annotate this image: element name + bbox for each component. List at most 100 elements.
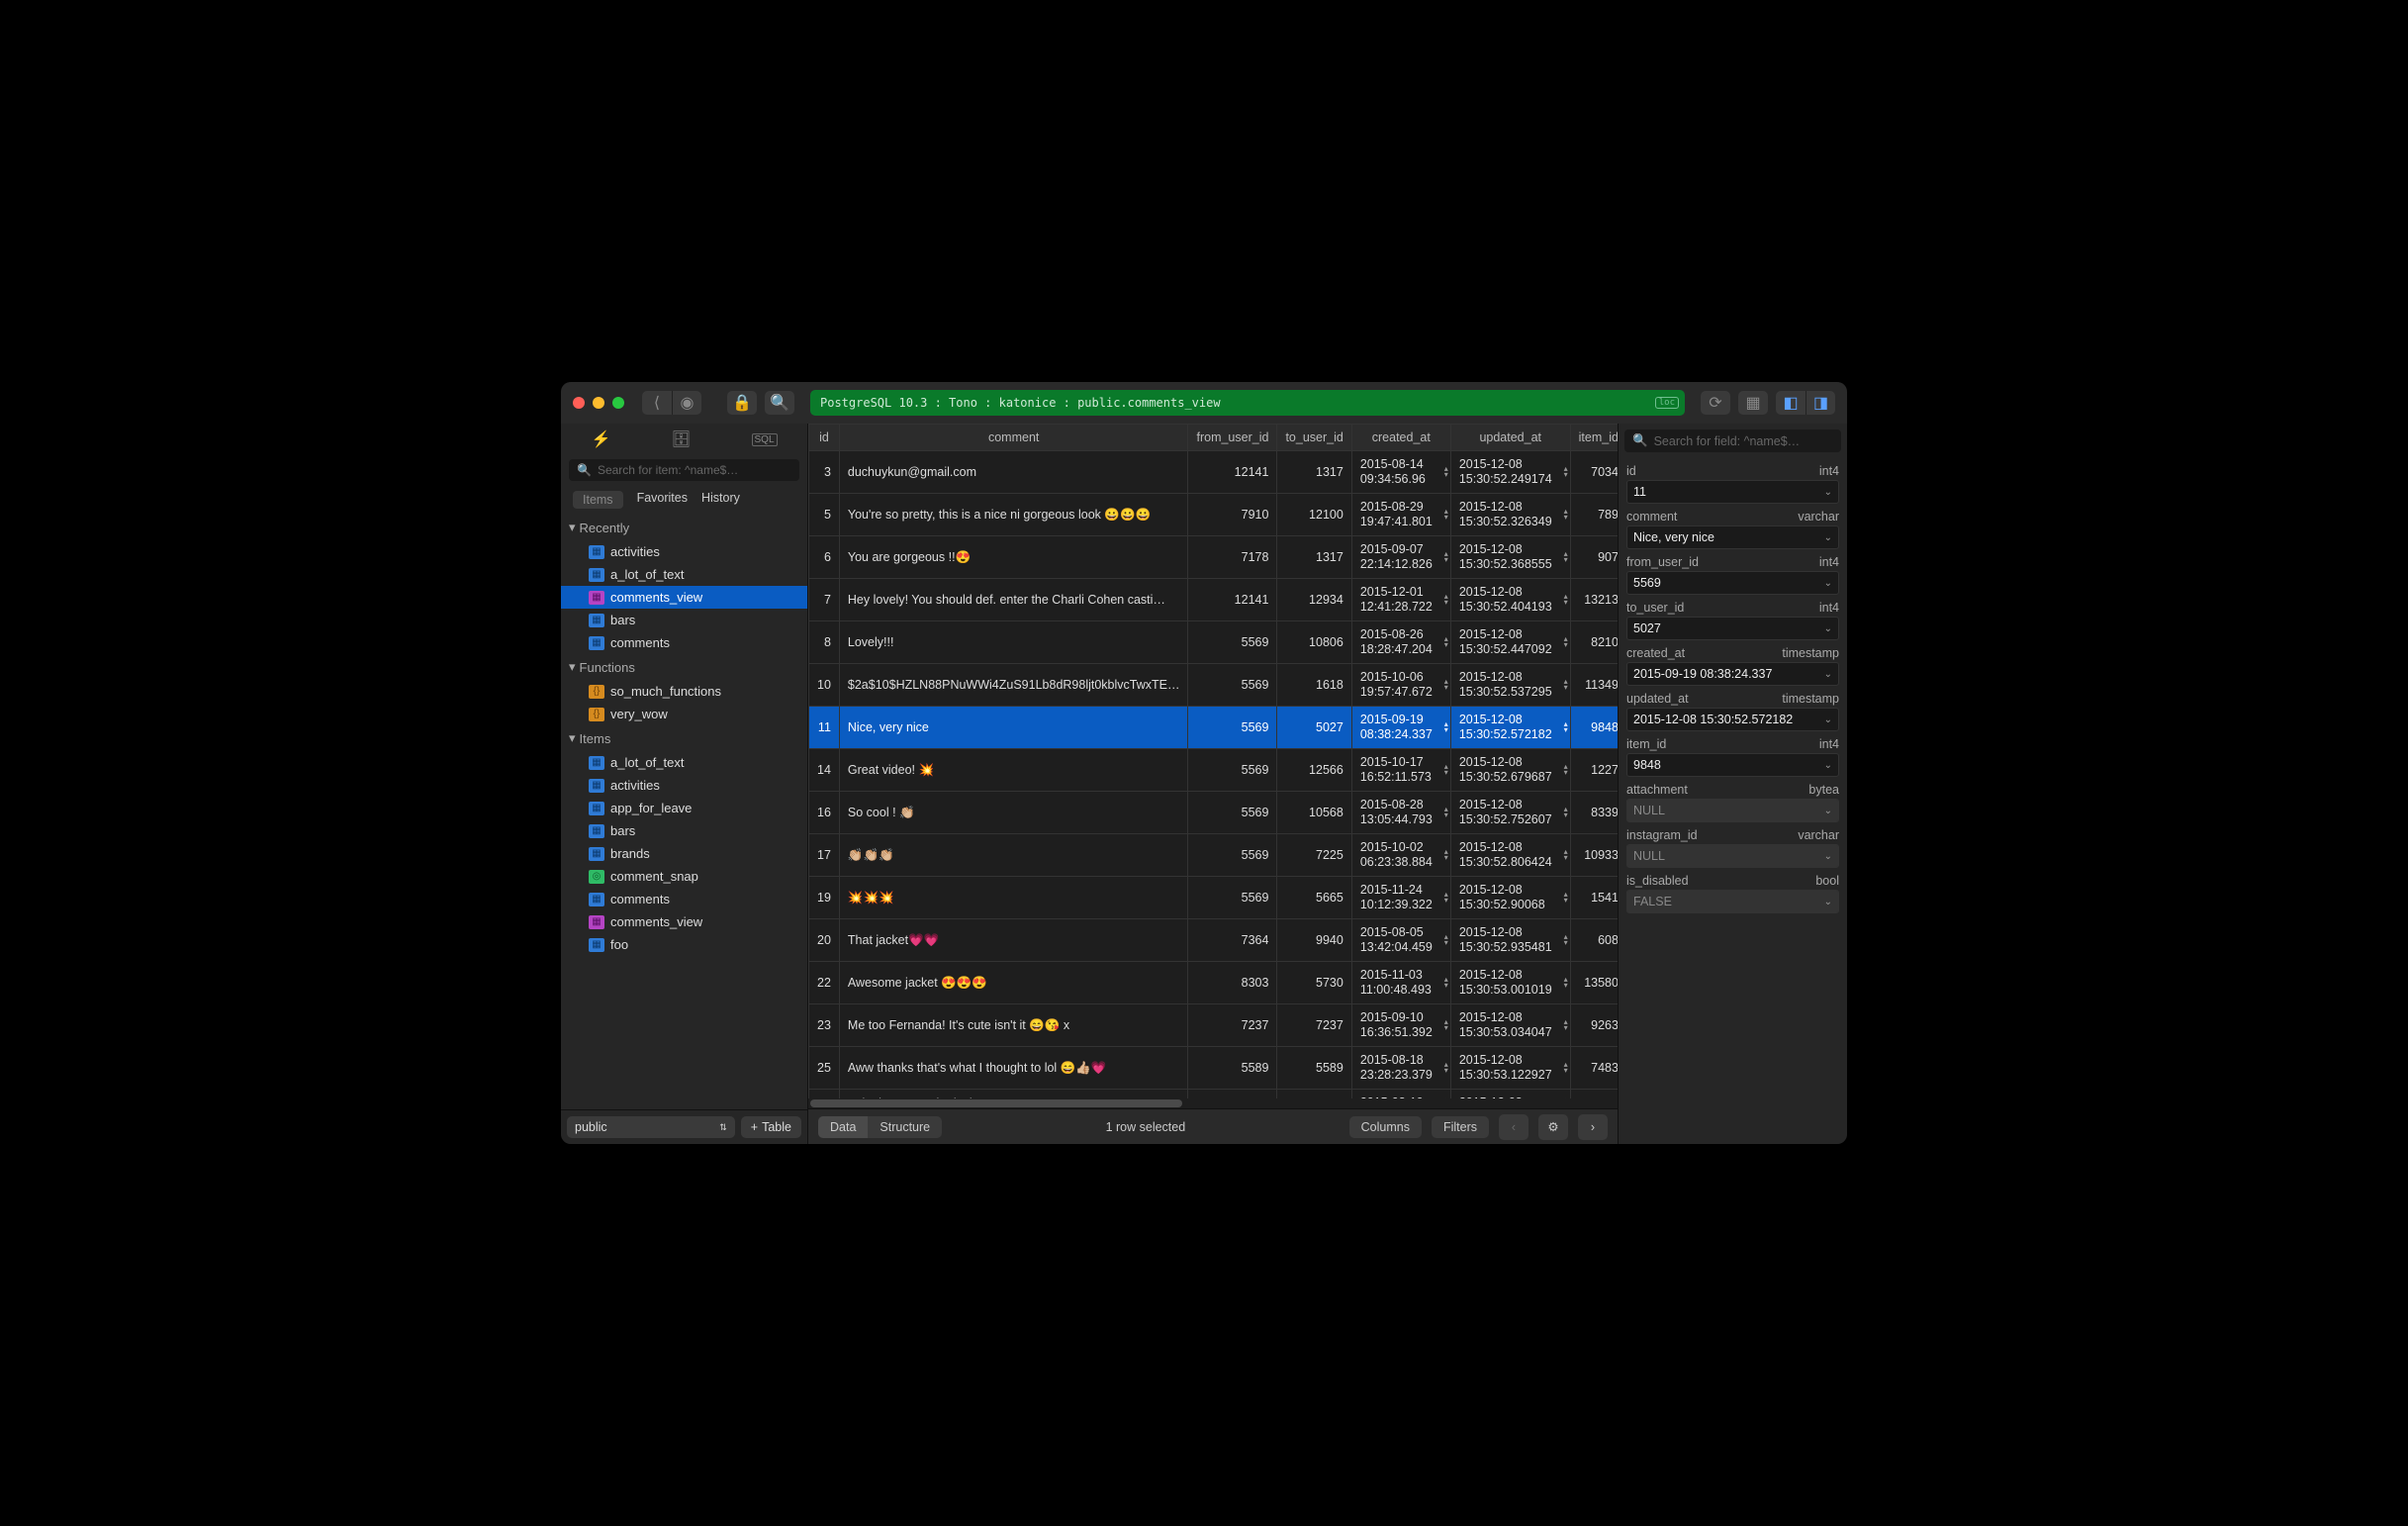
cell-id[interactable]: 6 [809, 536, 840, 579]
cell-item_id[interactable]: 8339 [1570, 792, 1618, 834]
cell-comment[interactable]: You are gorgeous !!😍 [839, 536, 1188, 579]
cell-item_id[interactable]: 10933 [1570, 834, 1618, 877]
cell-comment[interactable]: Nice, very nice [839, 707, 1188, 749]
cell-to_user_id[interactable]: 5665 [1277, 877, 1351, 919]
stepper-icon[interactable]: ▴▾ [1444, 934, 1448, 946]
cell-updated_at[interactable]: 2015-12-08 15:30:52.572182▴▾ [1450, 707, 1570, 749]
field-value-updated_at[interactable]: 2015-12-08 15:30:52.572182⌄ [1626, 708, 1839, 731]
cell-created_at[interactable]: 2015-12-01 12:41:28.722▴▾ [1351, 579, 1450, 621]
stepper-icon[interactable]: ▴▾ [1564, 551, 1568, 563]
stepper-icon[interactable]: ▴▾ [1564, 764, 1568, 776]
cell-id[interactable]: 7 [809, 579, 840, 621]
sidebar-item-comment_snap[interactable]: ◎comment_snap [561, 865, 807, 888]
table-row[interactable]: 7Hey lovely! You should def. enter the C… [809, 579, 1619, 621]
section-recently[interactable]: ▾ Recently [561, 515, 807, 540]
stepper-icon[interactable]: ▴▾ [1564, 1062, 1568, 1074]
cell-from_user_id[interactable]: 5569 [1188, 877, 1277, 919]
sidebar-item-comments_view[interactable]: ▦comments_view [561, 586, 807, 609]
cell-from_user_id[interactable]: 5569 [1188, 707, 1277, 749]
cell-created_at[interactable]: 2015-09-07 22:14:12.826▴▾ [1351, 536, 1450, 579]
cell-comment[interactable]: 👏🏼👏🏼👏🏼 [839, 834, 1188, 877]
cell-to_user_id[interactable]: 5730 [1277, 962, 1351, 1004]
table-row[interactable]: 6You are gorgeous !!😍717813172015-09-07 … [809, 536, 1619, 579]
sidebar-item-so_much_functions[interactable]: {}so_much_functions [561, 680, 807, 703]
cell-item_id[interactable]: 907 [1570, 536, 1618, 579]
cell-updated_at[interactable]: 2015-12-08 ▴▾ [1450, 1090, 1570, 1099]
cell-created_at[interactable]: 2015-10-17 16:52:11.573▴▾ [1351, 749, 1450, 792]
history-back-button[interactable]: ⟨ [642, 391, 672, 415]
cell-from_user_id[interactable]: 5589 [1188, 1047, 1277, 1090]
close-window-button[interactable] [573, 397, 585, 409]
cell-created_at[interactable]: 2015-09-10 16:36:51.392▴▾ [1351, 1004, 1450, 1047]
stepper-icon[interactable]: ▴▾ [1564, 934, 1568, 946]
cell-to_user_id[interactable]: 9940 [1277, 919, 1351, 962]
stepper-icon[interactable]: ▴▾ [1564, 721, 1568, 733]
table-row[interactable]: 3duchuykun@gmail.com1214113172015-08-14 … [809, 451, 1619, 494]
cell-comment[interactable]: Awesome jacket 😍😍😍 [839, 962, 1188, 1004]
cell-from_user_id[interactable]: 5569 [1188, 834, 1277, 877]
cell-id[interactable]: 19 [809, 877, 840, 919]
stepper-icon[interactable]: ▴▾ [1444, 466, 1448, 478]
cell-item_id[interactable]: 7593 [1570, 1090, 1618, 1099]
toggle-right-panel-button[interactable]: ◨ [1806, 391, 1835, 415]
cell-to_user_id[interactable]: 7225 [1277, 834, 1351, 877]
cell-from_user_id[interactable]: 5569 [1188, 792, 1277, 834]
toolbar-search-button[interactable]: 🔍 [765, 391, 794, 415]
stepper-icon[interactable]: ▴▾ [1444, 509, 1448, 521]
cell-item_id[interactable]: 11349 [1570, 664, 1618, 707]
stepper-icon[interactable]: ▴▾ [1444, 1062, 1448, 1074]
next-page-button[interactable]: › [1578, 1114, 1608, 1140]
column-header-from_user_id[interactable]: from_user_id [1188, 425, 1277, 451]
stepper-icon[interactable]: ▴▾ [1564, 509, 1568, 521]
field-value-item_id[interactable]: 9848⌄ [1626, 753, 1839, 777]
field-value-created_at[interactable]: 2015-09-19 08:38:24.337⌄ [1626, 662, 1839, 686]
grid-layout-button[interactable]: ▦ [1738, 391, 1768, 415]
field-value-id[interactable]: 11⌄ [1626, 480, 1839, 504]
cell-comment[interactable]: That jacket💗💗 [839, 919, 1188, 962]
sidebar-item-foo[interactable]: ▦foo [561, 933, 807, 956]
stepper-icon[interactable]: ▴▾ [1564, 977, 1568, 989]
cell-from_user_id[interactable]: 7178 [1188, 536, 1277, 579]
cell-updated_at[interactable]: 2015-12-08 15:30:53.122927▴▾ [1450, 1047, 1570, 1090]
sidebar-item-comments[interactable]: ▦comments [561, 631, 807, 654]
cell-created_at[interactable]: 2015-08-18 23:28:23.379▴▾ [1351, 1047, 1450, 1090]
cell-to_user_id[interactable]: 6953 [1277, 1090, 1351, 1099]
table-row[interactable]: 5You're so pretty, this is a nice ni gor… [809, 494, 1619, 536]
sidebar-item-a_lot_of_text[interactable]: ▦a_lot_of_text [561, 563, 807, 586]
cell-from_user_id[interactable]: 5569 [1188, 749, 1277, 792]
cell-updated_at[interactable]: 2015-12-08 15:30:52.90068▴▾ [1450, 877, 1570, 919]
cell-comment[interactable]: Aww thanks that's what I thought to lol … [839, 1047, 1188, 1090]
stepper-icon[interactable]: ▴▾ [1564, 1019, 1568, 1031]
cell-id[interactable]: 8 [809, 621, 840, 664]
cell-item_id[interactable]: 13213 [1570, 579, 1618, 621]
column-header-comment[interactable]: comment [839, 425, 1188, 451]
cell-comment[interactable]: duchuykun@gmail.com [839, 451, 1188, 494]
cell-item_id[interactable]: 1541 [1570, 877, 1618, 919]
cell-created_at[interactable]: 2015-08-29 19:47:41.801▴▾ [1351, 494, 1450, 536]
cell-to_user_id[interactable]: 12566 [1277, 749, 1351, 792]
cell-updated_at[interactable]: 2015-12-08 15:30:52.404193▴▾ [1450, 579, 1570, 621]
data-tab[interactable]: Data [818, 1116, 868, 1138]
cell-comment[interactable]: Great video! 💥 [839, 749, 1188, 792]
column-header-item_id[interactable]: item_id [1570, 425, 1618, 451]
breadcrumb[interactable]: PostgreSQL 10.3 : Tono : katonice : publ… [810, 390, 1685, 416]
cell-id[interactable]: 10 [809, 664, 840, 707]
column-header-id[interactable]: id [809, 425, 840, 451]
cell-to_user_id[interactable]: 1317 [1277, 451, 1351, 494]
cell-id[interactable]: 16 [809, 792, 840, 834]
cell-created_at[interactable]: 2015-08-05 13:42:04.459▴▾ [1351, 919, 1450, 962]
sidebar-item-comments[interactable]: ▦comments [561, 888, 807, 910]
toggle-left-panel-button[interactable]: ◧ [1776, 391, 1806, 415]
cell-from_user_id[interactable]: 7237 [1188, 1004, 1277, 1047]
cell-comment[interactable]: So cool ! 👏🏼 [839, 792, 1188, 834]
cell-updated_at[interactable]: 2015-12-08 15:30:52.752607▴▾ [1450, 792, 1570, 834]
field-value-is_disabled[interactable]: FALSE⌄ [1626, 890, 1839, 913]
sidebar-item-very_wow[interactable]: {}very_wow [561, 703, 807, 725]
table-row[interactable]: 11Nice, very nice556950272015-09-19 08:3… [809, 707, 1619, 749]
cell-to_user_id[interactable]: 5027 [1277, 707, 1351, 749]
table-row[interactable]: 17👏🏼👏🏼👏🏼556972252015-10-02 06:23:38.884▴… [809, 834, 1619, 877]
database-icon[interactable]: 🗄 [671, 429, 691, 449]
cell-item_id[interactable]: 1227 [1570, 749, 1618, 792]
cell-id[interactable]: 22 [809, 962, 840, 1004]
settings-gear-button[interactable]: ⚙ [1538, 1114, 1568, 1140]
